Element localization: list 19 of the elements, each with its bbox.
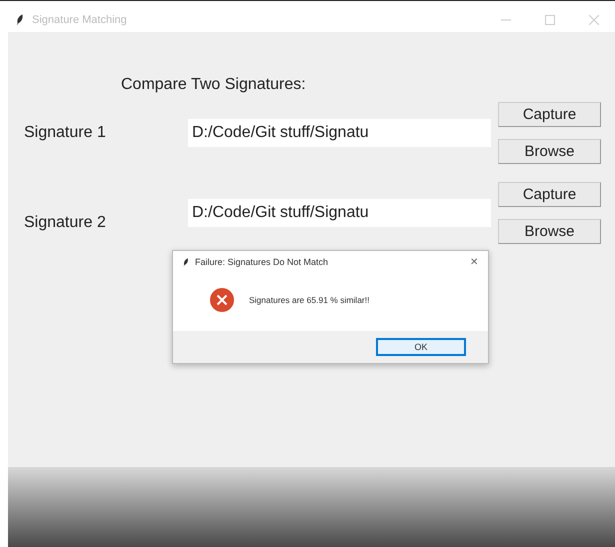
error-icon — [209, 287, 235, 313]
browse-button[interactable]: Browse — [498, 219, 601, 244]
close-button[interactable]: ✕ — [470, 256, 478, 268]
dialog-message: Signatures are 65.91 % similar!! — [249, 295, 370, 305]
path-field[interactable]: D:/Code/Git stuff/Signatu — [188, 199, 491, 227]
dialog-title: Failure: Signatures Do Not Match — [195, 257, 328, 267]
feather-icon — [183, 258, 189, 266]
capture-button[interactable]: Capture — [498, 102, 601, 127]
window-title: Signature Matching — [32, 14, 127, 26]
browse-button[interactable]: Browse — [498, 139, 601, 164]
ok-button[interactable]: OK — [376, 338, 466, 356]
maximize-icon[interactable] — [545, 15, 555, 25]
signature-label: Signature 1 — [23, 124, 107, 142]
path-field[interactable]: D:/Code/Git stuff/Signatu — [188, 119, 491, 147]
feather-icon — [16, 14, 24, 26]
close-icon[interactable] — [589, 15, 599, 25]
signature-label: Signature 2 — [23, 214, 107, 232]
capture-button[interactable]: Capture — [498, 182, 601, 207]
heading: Compare Two Signatures: — [120, 75, 307, 94]
